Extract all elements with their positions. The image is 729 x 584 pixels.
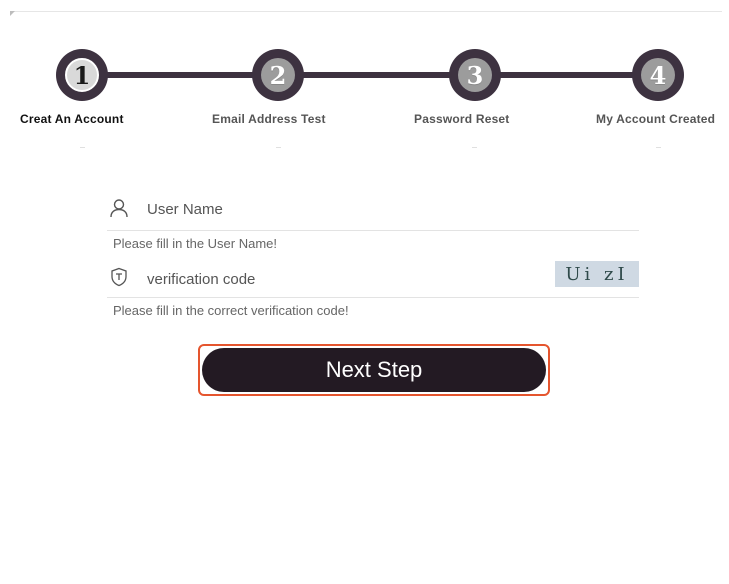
account-form: Please fill in the User Name! Ui zI Plea… — [107, 190, 639, 324]
shield-icon — [109, 267, 129, 287]
step-4-number: 4 — [641, 58, 675, 92]
next-step-button[interactable]: Next Step — [198, 344, 550, 396]
username-row — [107, 190, 639, 231]
step-2-marker — [276, 147, 281, 148]
verification-code-input[interactable] — [147, 267, 547, 291]
step-2-label: Email Address Test — [212, 112, 326, 126]
step-connector — [280, 72, 475, 78]
step-2-circle: 2 — [252, 49, 304, 101]
next-step-label: Next Step — [202, 348, 546, 392]
step-connector — [80, 72, 280, 78]
step-1-circle: 1 — [56, 49, 108, 101]
verification-row: Ui zI — [107, 257, 639, 298]
user-icon — [109, 198, 129, 218]
step-1-label: Creat An Account — [20, 112, 124, 126]
step-4-label: My Account Created — [596, 112, 716, 126]
verification-hint: Please fill in the correct verification … — [113, 303, 349, 318]
step-3-marker — [472, 147, 477, 148]
captcha-image[interactable]: Ui zI — [555, 261, 639, 287]
step-3-label: Password Reset — [414, 112, 510, 126]
step-1-number: 1 — [65, 58, 99, 92]
progress-steps: 1 2 3 4 Creat An Account Email Address T… — [0, 0, 729, 160]
step-3-number: 3 — [458, 58, 492, 92]
username-input[interactable] — [147, 197, 547, 221]
step-4-circle: 4 — [632, 49, 684, 101]
step-2-number: 2 — [261, 58, 295, 92]
username-hint: Please fill in the User Name! — [113, 236, 278, 251]
step-3-circle: 3 — [449, 49, 501, 101]
step-4-marker — [656, 147, 661, 148]
step-1-marker — [80, 147, 85, 148]
